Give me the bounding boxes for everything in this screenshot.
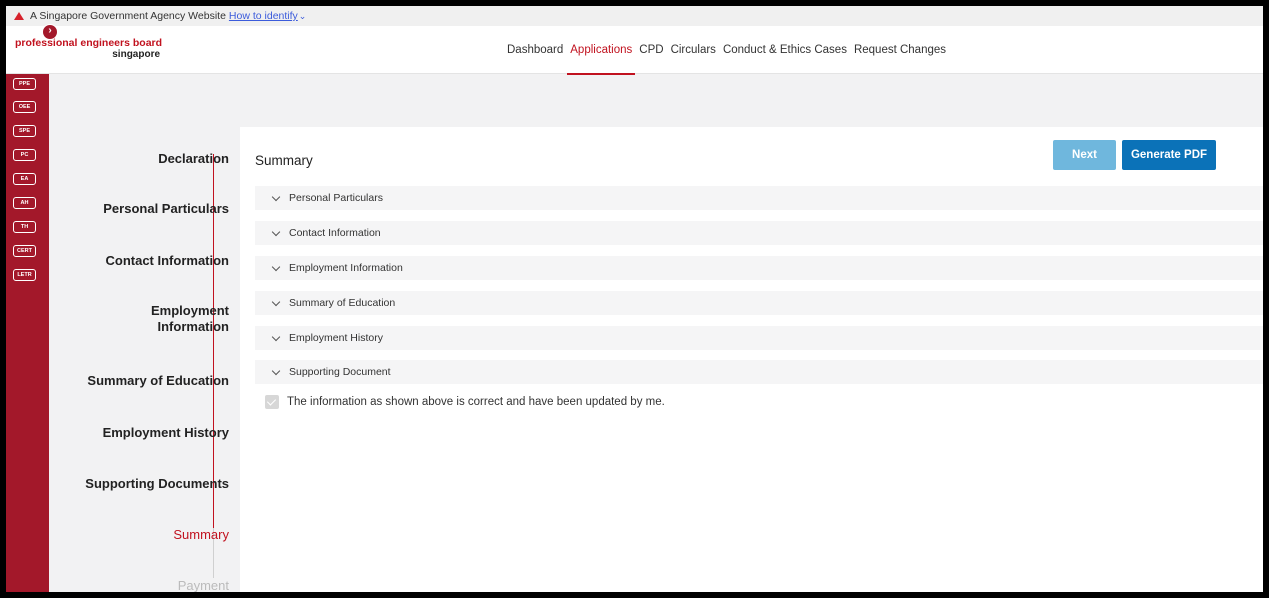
section-label: Supporting Document	[289, 366, 391, 378]
step-label: Personal Particulars	[103, 200, 229, 216]
nav-request-changes[interactable]: Request Changes	[851, 26, 949, 74]
rail-item-pc[interactable]: PC	[13, 149, 36, 161]
step-contact-information[interactable]: Contact Information	[105, 252, 251, 269]
section-label: Employment History	[289, 332, 383, 344]
logo-line1: professional engineers board	[15, 37, 163, 49]
step-personal-particulars[interactable]: Personal Particulars	[103, 200, 251, 217]
nav-applications[interactable]: Applications	[567, 26, 636, 75]
browser-viewport: A Singapore Government Agency Website Ho…	[6, 6, 1263, 592]
rail-expand-chevron-icon[interactable]: ›	[42, 24, 58, 40]
top-nav: Dashboard Applications CPD Circulars Con…	[504, 26, 950, 75]
step-label: Supporting Documents	[85, 475, 229, 491]
step-declaration[interactable]: Declaration	[158, 150, 251, 167]
section-label: Contact Information	[289, 227, 381, 239]
peb-logo[interactable]: professional engineers board singapore	[15, 37, 163, 61]
chevron-down-icon	[271, 366, 281, 375]
gov-banner-text: A Singapore Government Agency Website	[30, 10, 226, 22]
chevron-down-icon	[271, 297, 281, 306]
left-rail: PPE OEE SPE PC EA AH TH CERT LETR	[6, 74, 49, 592]
rail-item-oee[interactable]: OEE	[13, 101, 36, 113]
step-payment: Payment	[177, 577, 251, 592]
rail-item-letr[interactable]: LETR	[13, 269, 36, 281]
rail-item-ah[interactable]: AH	[13, 197, 36, 209]
step-summary[interactable]: Summary	[173, 526, 251, 543]
logo-line2: singapore	[112, 49, 161, 60]
step-label: Declaration	[158, 150, 229, 166]
step-label: Summary of Education	[87, 372, 229, 388]
step-summary-of-education[interactable]: Summary of Education	[87, 372, 251, 389]
step-label: Employment History	[102, 424, 229, 440]
nav-conduct-ethics-cases[interactable]: Conduct & Ethics Cases	[720, 26, 850, 74]
step-label: Summary	[173, 526, 229, 542]
section-supporting-document[interactable]: Supporting Document	[255, 360, 1263, 384]
step-employment-history[interactable]: Employment History	[102, 424, 251, 441]
nav-dashboard[interactable]: Dashboard	[504, 26, 566, 74]
step-label: Employment Information	[150, 303, 229, 334]
lion-head-icon	[14, 12, 24, 20]
next-button[interactable]: Next	[1053, 140, 1116, 170]
section-label: Employment Information	[289, 262, 403, 274]
how-to-identify-link[interactable]: How to identify	[229, 10, 298, 22]
section-contact-information[interactable]: Contact Information	[255, 221, 1263, 245]
section-personal-particulars[interactable]: Personal Particulars	[255, 186, 1263, 210]
application-stepper: Declaration Personal Particulars Contact…	[49, 126, 251, 592]
step-label: Contact Information	[105, 252, 230, 268]
declaration-text: The information as shown above is correc…	[287, 396, 665, 408]
nav-cpd[interactable]: CPD	[636, 26, 666, 74]
step-employment-information[interactable]: Employment Information	[119, 303, 251, 335]
site-header: professional engineers board singapore D…	[6, 26, 1263, 75]
rail-item-ea[interactable]: EA	[13, 173, 36, 185]
summary-card: Summary Next Generate PDF Personal Parti…	[240, 127, 1263, 592]
rail-item-spe[interactable]: SPE	[13, 125, 36, 137]
declaration-checkbox[interactable]	[265, 395, 279, 409]
section-label: Personal Particulars	[289, 192, 383, 204]
declaration-row: The information as shown above is correc…	[265, 395, 665, 409]
section-employment-history[interactable]: Employment History	[255, 326, 1263, 350]
rail-item-cert[interactable]: CERT	[13, 245, 36, 257]
chevron-down-icon	[271, 192, 281, 201]
chevron-down-icon: ⌄	[298, 10, 307, 21]
stepper-line	[213, 154, 214, 574]
gov-banner: A Singapore Government Agency Website Ho…	[6, 6, 1263, 26]
step-supporting-documents[interactable]: Supporting Documents	[85, 475, 251, 492]
rail-item-ppe[interactable]: PPE	[13, 78, 36, 90]
section-label: Summary of Education	[289, 297, 396, 309]
nav-circulars[interactable]: Circulars	[668, 26, 719, 74]
rail-item-th[interactable]: TH	[13, 221, 36, 233]
chevron-down-icon	[271, 332, 281, 341]
chevron-down-icon	[271, 262, 281, 271]
generate-pdf-button[interactable]: Generate PDF	[1122, 140, 1216, 170]
page-title: Summary	[255, 153, 313, 168]
section-employment-information[interactable]: Employment Information	[255, 256, 1263, 280]
section-summary-of-education[interactable]: Summary of Education	[255, 291, 1263, 315]
step-label: Payment	[177, 577, 229, 592]
chevron-down-icon	[271, 227, 281, 236]
